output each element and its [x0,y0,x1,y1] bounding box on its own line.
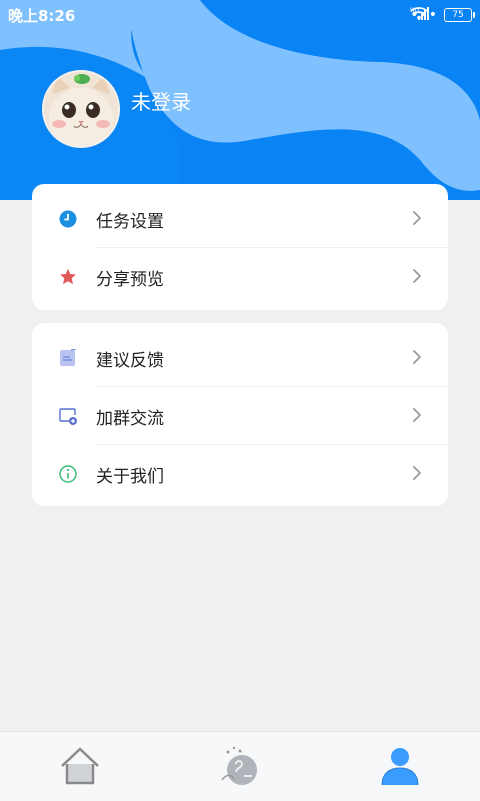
dream-icon[interactable] [218,744,262,788]
bottom-tab-bar [0,731,480,801]
menu-item-label: 关于我们 [96,467,164,487]
battery-icon: 75 [444,8,475,22]
menu-item-task-settings[interactable]: 任务设置 [32,189,448,247]
menu-item-label: 任务设置 [96,212,164,232]
chevron-right-icon [413,269,421,283]
chevron-right-icon [413,211,421,225]
menu-item-label: 加群交流 [96,409,164,429]
settings-card-primary: 任务设置 分享预览 [32,184,448,310]
menu-item-about-us[interactable]: 关于我们 [32,444,448,502]
star-icon [60,268,76,285]
menu-item-join-group[interactable]: 加群交流 [32,386,448,444]
chevron-right-icon [413,350,421,364]
chevron-right-icon [413,408,421,422]
home-icon[interactable] [58,744,102,788]
menu-item-share-preview[interactable]: 分享预览 [32,247,448,305]
login-status-label[interactable]: 未登录 [131,86,191,115]
profile-header: 晚上8:26 ••• HD 75 未登录 [0,0,480,200]
status-bar: 晚上8:26 ••• HD 75 [0,0,480,30]
profile-icon[interactable] [378,744,422,788]
info-icon [59,465,77,483]
status-icons: ••• HD 75 [410,6,475,24]
chevron-right-icon [413,466,421,480]
menu-item-feedback[interactable]: 建议反馈 [32,328,448,386]
status-time: 晚上8:26 [8,7,76,25]
menu-item-label: 分享预览 [96,270,164,290]
cat-avatar-image [44,72,118,146]
feedback-icon [60,349,77,366]
add-group-icon [59,408,77,425]
avatar[interactable] [42,70,120,148]
wifi-icon [410,7,428,20]
menu-item-label: 建议反馈 [96,351,164,371]
settings-card-secondary: 建议反馈 加群交流 关于我们 [32,323,448,506]
clock-icon [59,210,77,228]
